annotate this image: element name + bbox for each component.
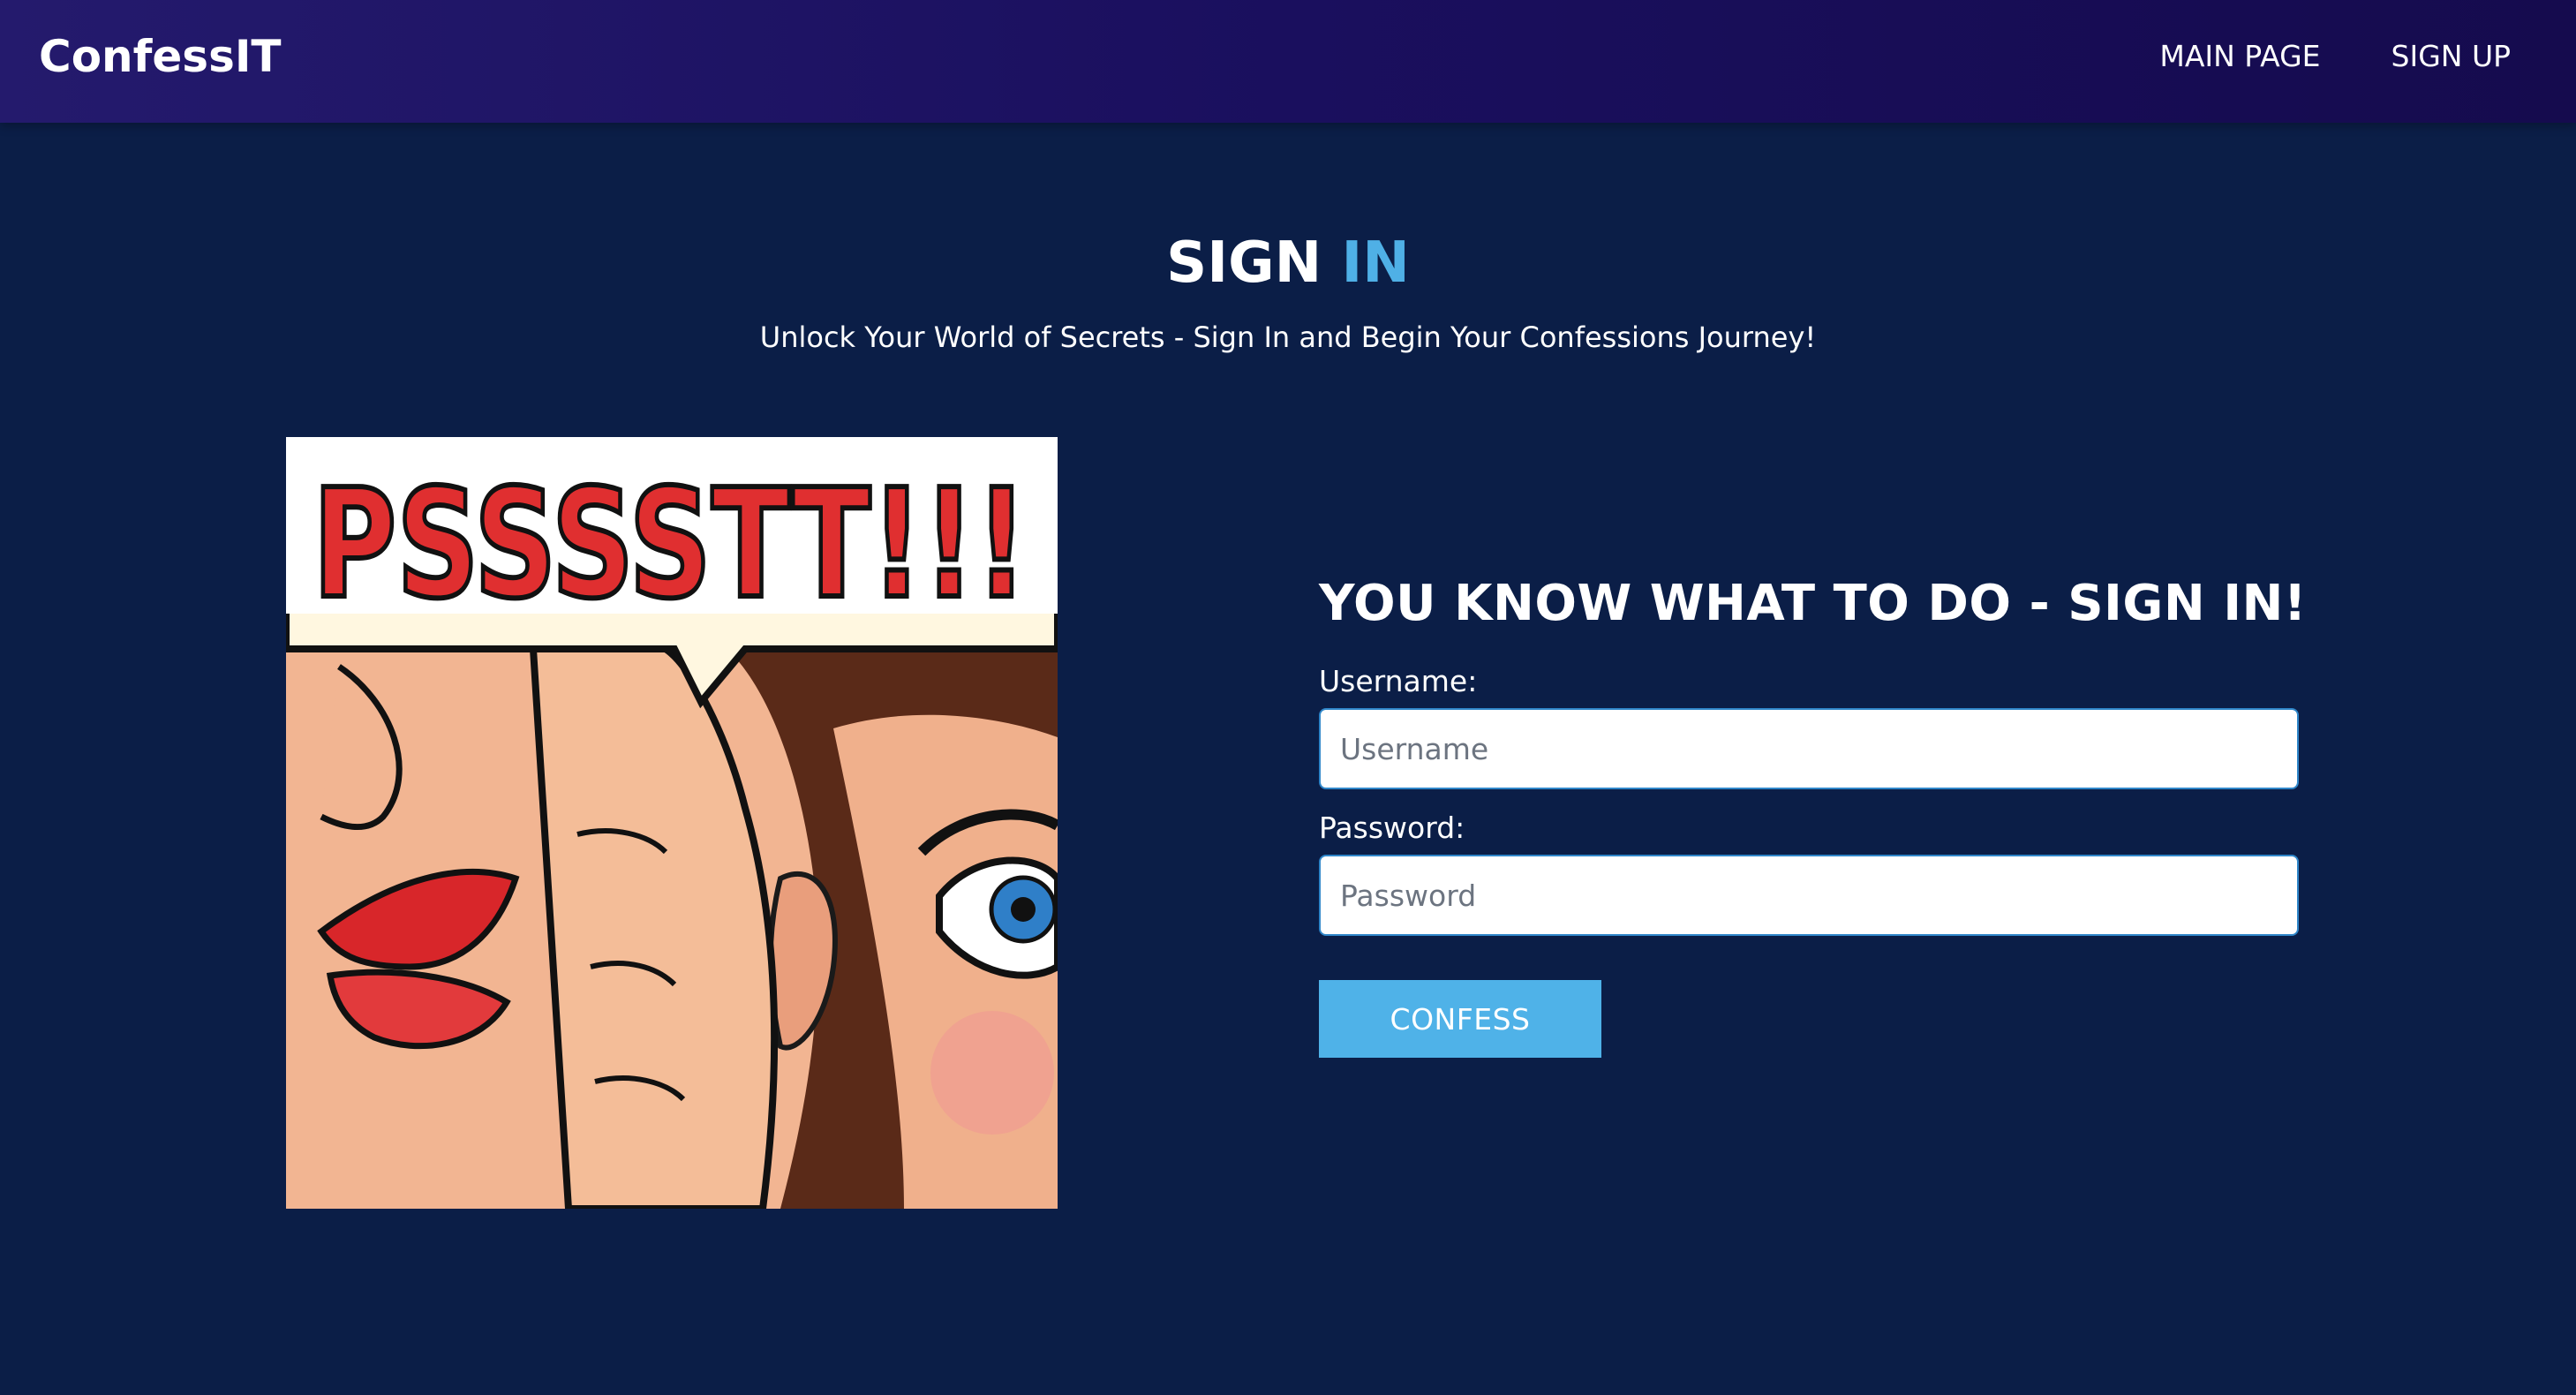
whisper-illustration: PSSSSTT!!!	[286, 437, 1058, 1209]
speech-bubble-text: PSSSSTT!!!	[313, 457, 1028, 632]
brand-logo[interactable]: ConfessIT	[39, 30, 282, 83]
whisper-illustration-svg: PSSSSTT!!!	[286, 437, 1058, 1209]
top-navbar: ConfessIT MAIN PAGE SIGN UP	[0, 0, 2576, 123]
nav-link-main-page[interactable]: MAIN PAGE	[2159, 35, 2320, 78]
sign-in-form: YOU KNOW WHAT TO DO - SIGN IN! Username:…	[1319, 565, 2307, 1058]
page-title-part-1: SIGN	[1166, 230, 1322, 296]
username-label: Username:	[1319, 664, 1478, 698]
nav-link-sign-up[interactable]: SIGN UP	[2391, 35, 2511, 78]
page-title: SIGN IN	[0, 226, 2576, 300]
nav-links: MAIN PAGE SIGN UP	[2159, 35, 2511, 78]
page-subtitle: Unlock Your World of Secrets - Sign In a…	[759, 320, 1817, 354]
password-label: Password:	[1319, 811, 1465, 845]
page-title-part-2: IN	[1341, 230, 1410, 296]
confess-button[interactable]: CONFESS	[1319, 980, 1601, 1058]
password-input[interactable]	[1319, 855, 2299, 936]
form-heading: YOU KNOW WHAT TO DO - SIGN IN!	[1319, 575, 2307, 632]
username-input[interactable]	[1319, 708, 2299, 789]
